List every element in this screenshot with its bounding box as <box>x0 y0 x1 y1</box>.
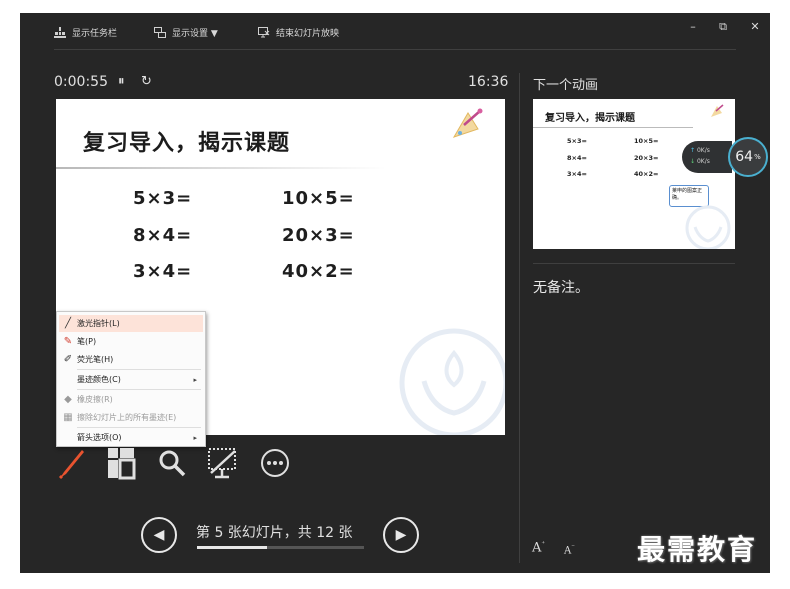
memory-usage-gauge[interactable]: 64% <box>728 137 768 177</box>
erase-all-icon: ▦ <box>63 412 73 423</box>
problem-3-left: 3×4= <box>133 261 193 282</box>
taskbar-icon <box>54 26 66 38</box>
preview-problem-1-left: 5×3= <box>567 137 587 145</box>
menu-item-label: 激光指针(L) <box>77 319 120 328</box>
elapsed-timer: 0:00:55 <box>54 74 108 90</box>
menu-separator <box>77 369 201 370</box>
network-speed-readout: ↑ 0K/s ↓ 0K/s <box>682 141 732 173</box>
black-screen-icon[interactable] <box>207 445 239 481</box>
preview-problem-2-left: 8×4= <box>567 154 587 162</box>
menu-item-label: 荧光笔(H) <box>77 355 114 364</box>
menu-item-label: 橡皮擦(R) <box>77 395 113 404</box>
preview-title: 复习导入，揭示课题 <box>545 113 635 124</box>
menu-separator <box>77 427 201 428</box>
speaker-notes: 无备注。 <box>533 280 589 296</box>
menu-item-label: 箭头选项(O) <box>77 433 122 442</box>
previous-slide-button[interactable]: ◀ <box>141 517 177 553</box>
menu-item-label: 笔(P) <box>77 337 97 346</box>
eraser-icon: ◆ <box>64 394 72 405</box>
menu-item-label: 擦除幻灯片上的所有墨迹(E) <box>77 413 177 422</box>
brand-watermark: 最需教育 <box>637 533 758 566</box>
display-settings-button[interactable]: 显示设置 ▼ <box>154 24 218 40</box>
decrease-font-button[interactable]: A⁻ <box>564 543 575 556</box>
end-slideshow-label: 结束幻灯片放映 <box>276 28 340 39</box>
zoom-magnifier-icon[interactable] <box>157 445 187 481</box>
pen-icon: ✎ <box>63 336 73 347</box>
download-speed: 0K/s <box>696 158 710 165</box>
preview-paint-icon <box>711 104 724 117</box>
upload-icon: ↑ <box>690 147 697 154</box>
problem-1-left: 5×3= <box>133 188 193 209</box>
preview-problem-3-left: 3×4= <box>567 170 587 178</box>
restore-button[interactable]: ⧉ <box>714 19 732 35</box>
show-taskbar-label: 显示任务栏 <box>72 28 118 39</box>
increase-font-button[interactable]: A⁺ <box>532 540 545 555</box>
menu-separator <box>77 389 201 390</box>
slide-counter: 第 5 张幻灯片，共 12 张 <box>196 525 353 541</box>
slide-progress-fill <box>197 546 267 549</box>
menu-item-laser-pointer[interactable]: ╱ 激光指针(L) <box>59 315 203 332</box>
highlighter-icon: ✐ <box>63 354 73 365</box>
upload-speed: 0K/s <box>696 147 710 154</box>
menu-item-arrow-options[interactable]: 箭头选项(O) ▸ <box>59 429 203 446</box>
end-slideshow-button[interactable]: 结束幻灯片放映 <box>258 24 339 40</box>
next-slide-button[interactable]: ▶ <box>383 517 419 553</box>
menu-item-ink-color[interactable]: 墨迹颜色(C) ▸ <box>59 371 203 388</box>
show-taskbar-button[interactable]: 显示任务栏 <box>54 24 117 40</box>
slide-progress-bar <box>197 546 364 549</box>
minimize-button[interactable]: – <box>684 19 702 35</box>
download-icon: ↓ <box>690 158 697 165</box>
submenu-arrow-icon: ▸ <box>193 375 197 384</box>
see-all-slides-icon[interactable] <box>106 445 136 481</box>
menu-item-highlighter[interactable]: ✐ 荧光笔(H) <box>59 351 203 368</box>
toolbar-divider <box>54 49 736 50</box>
network-speed-widget: ↑ 0K/s ↓ 0K/s 64% <box>682 137 768 177</box>
close-button[interactable]: ✕ <box>746 19 764 35</box>
problem-2-left: 8×4= <box>133 225 193 246</box>
presenter-view-window: 显示任务栏 显示设置 ▼ 结束幻灯片放映 – ⧉ ✕ 0:00:55 ⏸ ↻ 1… <box>20 13 770 573</box>
menu-item-erase-all-ink: ▦ 擦除幻灯片上的所有墨迹(E) <box>59 409 203 426</box>
menu-item-pen[interactable]: ✎ 笔(P) <box>59 333 203 350</box>
laser-pointer-icon: ╱ <box>64 318 72 329</box>
preview-problem-2-right: 20×3= <box>634 154 659 162</box>
problem-3-right: 40×2= <box>282 261 355 282</box>
menu-item-label: 墨迹颜色(C) <box>77 375 121 384</box>
slide-title: 复习导入，揭示课题 <box>83 131 291 156</box>
more-options-icon[interactable] <box>259 445 291 481</box>
preview-problem-1-right: 10×5= <box>634 137 659 145</box>
presenter-toolbar: 显示任务栏 显示设置 ▼ 结束幻灯片放映 – ⧉ ✕ <box>20 13 770 49</box>
school-logo-watermark-icon <box>399 328 505 435</box>
column-divider <box>519 73 520 563</box>
notes-divider <box>533 263 735 264</box>
pen-context-menu: ╱ 激光指针(L) ✎ 笔(P) ✐ 荧光笔(H) 墨迹颜色(C) ▸ ◆ 橡皮… <box>56 311 206 447</box>
display-settings-label: 显示设置 ▼ <box>172 28 218 39</box>
restart-timer-button[interactable]: ↻ <box>141 74 152 90</box>
end-slideshow-icon <box>258 26 270 37</box>
submenu-arrow-icon: ▸ <box>193 433 197 442</box>
paint-decoration-icon <box>452 108 483 138</box>
problem-2-right: 20×3= <box>282 225 355 246</box>
memory-usage-percent: 64 <box>735 149 754 165</box>
preview-problem-3-right: 40×2= <box>634 170 659 178</box>
menu-item-eraser: ◆ 橡皮擦(R) <box>59 391 203 408</box>
memory-usage-unit: % <box>754 153 761 161</box>
preview-title-rule <box>533 127 693 128</box>
next-animation-label: 下一个动画 <box>533 78 599 93</box>
problem-1-right: 10×5= <box>282 188 355 209</box>
slide-title-rule <box>56 167 386 169</box>
display-settings-icon <box>154 26 166 38</box>
preview-logo-watermark-icon <box>685 205 731 249</box>
pen-tool-icon[interactable] <box>56 445 86 481</box>
pause-timer-button[interactable]: ⏸ <box>118 74 125 90</box>
current-time: 16:36 <box>468 74 509 90</box>
